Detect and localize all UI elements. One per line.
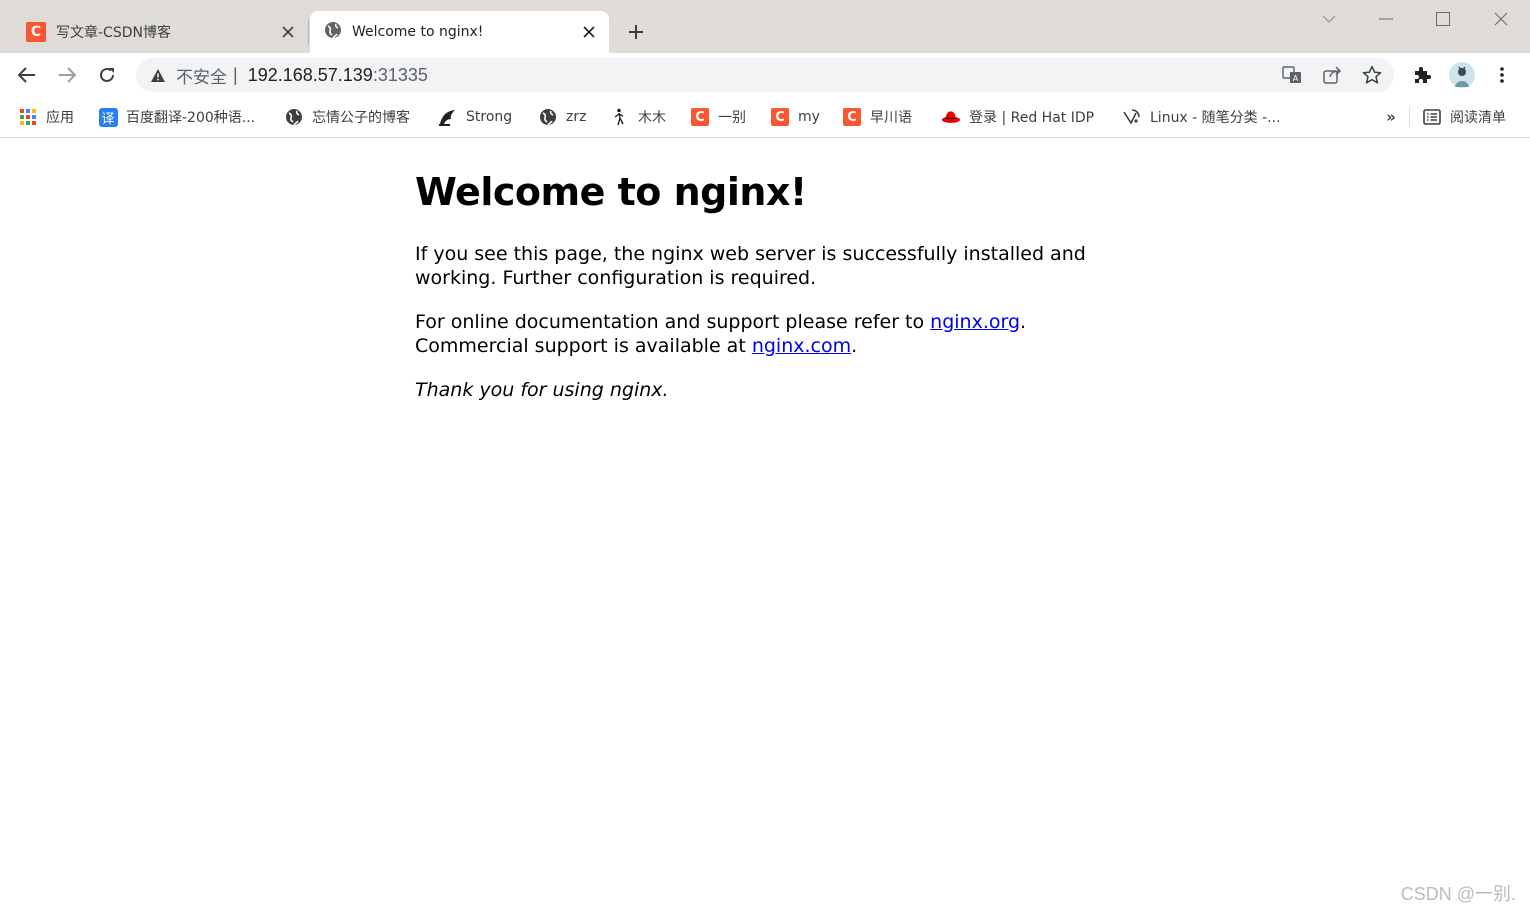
globe-icon — [324, 21, 342, 43]
page-title: Welcome to nginx! — [415, 170, 807, 214]
reading-list-icon — [1422, 107, 1442, 127]
bookmark-linux-cnblogs[interactable]: Linux - 随笔分类 -... — [1118, 103, 1285, 131]
bookmarks-overflow-button[interactable]: » — [1378, 103, 1404, 131]
bookmark-zrz[interactable]: zrz — [534, 103, 590, 131]
bookmark-label: Strong — [466, 109, 513, 125]
commercial-text-period: . — [851, 335, 858, 357]
csdn-c-icon: C — [690, 107, 710, 127]
svg-text:A: A — [1293, 74, 1299, 83]
reading-list-button[interactable]: 阅读清单 — [1418, 103, 1510, 131]
redhat-icon — [941, 107, 961, 127]
bookmark-zaochuan[interactable]: C 早川语 — [838, 103, 916, 131]
intro-text: If you see this page, the nginx web serv… — [415, 243, 1086, 289]
puzzle-icon — [1415, 67, 1431, 83]
bookmark-label: 登录 | Red Hat IDP — [969, 110, 1095, 126]
nginx-org-link[interactable]: nginx.org — [930, 311, 1020, 333]
thanks-paragraph: Thank you for using nginx. — [415, 378, 1115, 402]
url-host: 192.168.57.139 — [247, 64, 373, 85]
reading-list-label: 阅读清单 — [1450, 110, 1506, 126]
close-icon — [1494, 12, 1508, 26]
translate-icon[interactable]: A — [1275, 58, 1309, 92]
kebab-menu-icon — [1500, 67, 1504, 83]
nginx-com-link[interactable]: nginx.com — [752, 335, 851, 357]
bookmark-redhat[interactable]: 登录 | Red Hat IDP — [937, 103, 1098, 131]
warning-triangle-icon[interactable] — [150, 68, 166, 83]
forward-arrow-icon — [59, 67, 76, 83]
bookmark-label: my — [798, 109, 820, 125]
bookmark-star-icon[interactable] — [1355, 58, 1389, 92]
support-paragraph: For online documentation and support ple… — [415, 310, 1115, 358]
tab-csdn[interactable]: C 写文章-CSDN博客 — [14, 11, 308, 53]
security-label[interactable]: 不安全 — [176, 63, 227, 88]
maximize-icon — [1436, 12, 1450, 26]
address-bar[interactable]: 不安全 | 192.168.57.139 :31335 A — [136, 58, 1394, 92]
new-tab-button[interactable] — [620, 16, 652, 48]
plus-icon — [629, 25, 643, 39]
bookmark-label: 早川语 — [870, 110, 912, 126]
reload-button[interactable] — [89, 57, 125, 93]
bookmark-mumu[interactable]: 木木 — [606, 103, 670, 131]
bookmark-yibie[interactable]: C 一别 — [686, 103, 750, 131]
intro-paragraph: If you see this page, the nginx web serv… — [415, 242, 1115, 290]
bookmark-label: 忘情公子的博客 — [312, 110, 410, 126]
csdn-c-icon: C — [770, 107, 790, 127]
forward-button[interactable] — [49, 57, 85, 93]
close-window-button[interactable] — [1479, 4, 1523, 34]
security-separator: | — [233, 64, 238, 85]
tab-title: Welcome to nginx! — [352, 24, 484, 40]
close-icon[interactable] — [575, 18, 603, 46]
strong-logo-icon — [438, 107, 458, 127]
watermark: CSDN @一别. — [1400, 884, 1516, 904]
bookmark-label: 一别 — [718, 110, 746, 126]
csdn-c-icon: C — [26, 22, 46, 42]
bookmark-baidu-translate[interactable]: 译 百度翻译-200种语... — [94, 103, 259, 131]
menu-button[interactable] — [1484, 57, 1520, 93]
translate-icon: 译 — [98, 107, 118, 127]
csdn-c-icon: C — [842, 107, 862, 127]
bookmark-my[interactable]: C my — [766, 103, 824, 131]
chevron-down-icon — [1322, 15, 1336, 23]
tab-title: 写文章-CSDN博客 — [56, 25, 171, 41]
reload-icon — [100, 67, 114, 82]
globe-icon — [284, 107, 304, 127]
support-text-prefix: For online documentation and support ple… — [415, 311, 931, 333]
bookmark-apps[interactable]: 应用 — [14, 103, 78, 131]
bookmarks-bar: 应用 译 百度翻译-200种语... 忘情公子的博客 Strong zrz 木木… — [0, 97, 1530, 138]
thanks-text: Thank you for using nginx. — [415, 379, 669, 401]
support-text-period: . — [1020, 311, 1027, 333]
cnblogs-icon — [1122, 107, 1142, 127]
minimize-button[interactable] — [1364, 4, 1408, 34]
tab-nginx[interactable]: Welcome to nginx! — [310, 11, 609, 53]
back-button[interactable] — [9, 57, 45, 93]
minimize-icon — [1379, 18, 1393, 20]
bookmark-label: 百度翻译-200种语... — [126, 110, 256, 126]
share-icon[interactable] — [1315, 58, 1349, 92]
page-content: Welcome to nginx! If you see this page, … — [415, 170, 1115, 422]
figure-icon — [610, 107, 630, 127]
tab-separator — [308, 20, 309, 44]
url-port: :31335 — [372, 64, 428, 85]
commercial-text-prefix: Commercial support is available at — [415, 335, 752, 357]
tab-search-button[interactable] — [1307, 4, 1351, 34]
bookmark-label: 应用 — [46, 110, 74, 126]
back-arrow-icon — [18, 67, 35, 83]
bookmark-label: Linux - 随笔分类 -... — [1150, 110, 1281, 126]
bookmark-label: zrz — [566, 109, 587, 125]
tab-strip: C 写文章-CSDN博客 Welcome to nginx! — [0, 0, 1530, 53]
apps-grid-icon — [18, 107, 38, 127]
avatar — [1449, 62, 1475, 88]
maximize-button[interactable] — [1421, 4, 1465, 34]
bookmark-wangqing[interactable]: 忘情公子的博客 — [280, 103, 414, 131]
extensions-button[interactable] — [1404, 57, 1440, 93]
bookmark-label: 木木 — [638, 110, 666, 126]
bookmarks-separator — [1409, 107, 1410, 127]
close-icon[interactable] — [274, 18, 302, 46]
globe-icon — [538, 107, 558, 127]
bookmark-strong[interactable]: Strong — [434, 103, 516, 131]
profile-button[interactable] — [1444, 57, 1480, 93]
toolbar: 不安全 | 192.168.57.139 :31335 A — [0, 53, 1530, 97]
